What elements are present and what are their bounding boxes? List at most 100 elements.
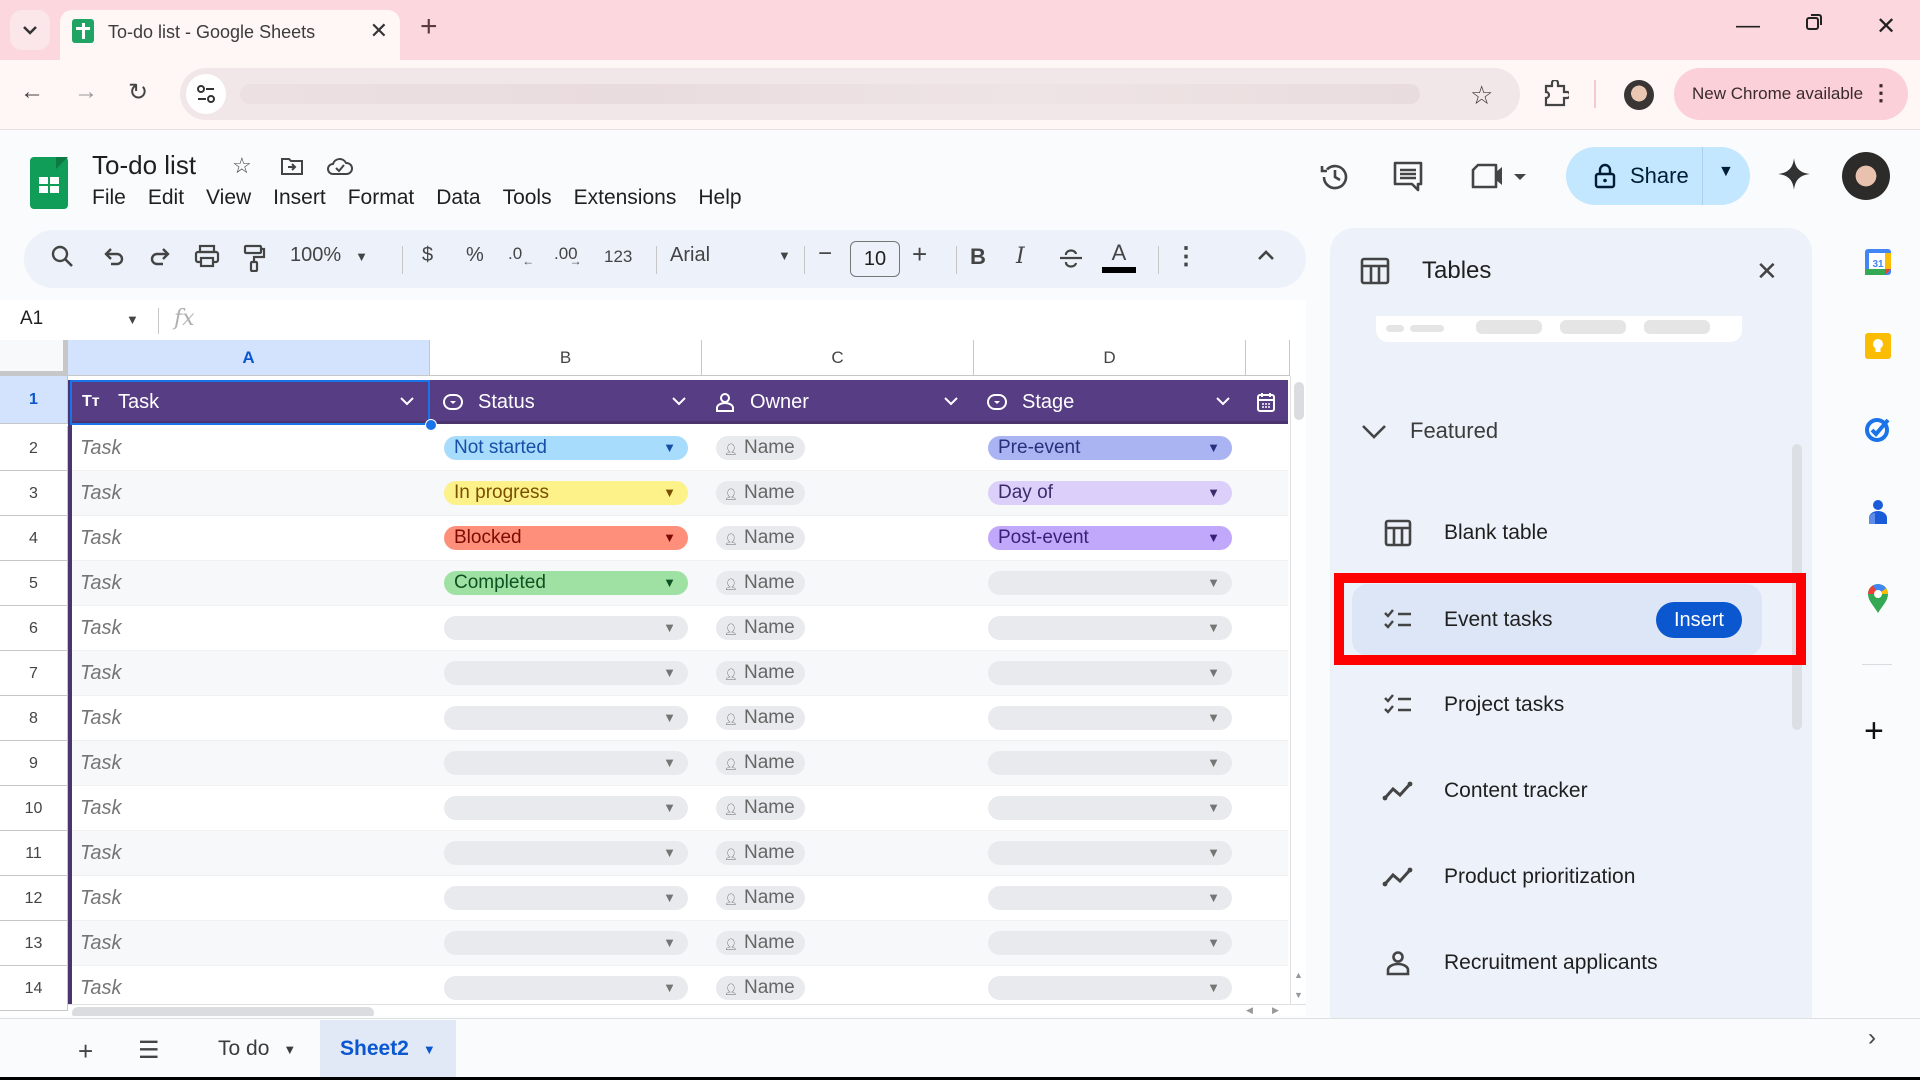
vertical-scrollbar[interactable]: ▲ ▼ [1290, 376, 1306, 1016]
row-header[interactable]: 9 [0, 741, 68, 786]
menu-help[interactable]: Help [698, 186, 741, 210]
expand-rail-chevron-icon[interactable]: › [1868, 1024, 1876, 1052]
task-cell[interactable]: Task [80, 887, 122, 910]
strikethrough-button[interactable] [1058, 246, 1084, 270]
stage-chip[interactable]: ▼ [988, 616, 1232, 640]
scroll-right-icon[interactable]: ▶ [1272, 1005, 1279, 1016]
menu-format[interactable]: Format [348, 186, 415, 210]
share-options-caret-icon[interactable]: ▼ [1718, 163, 1734, 181]
column-header-a[interactable]: A [68, 340, 430, 376]
task-cell[interactable]: Task [80, 797, 122, 820]
document-title[interactable]: To-do list [92, 150, 196, 181]
featured-section-toggle[interactable]: Featured [1360, 418, 1498, 444]
row-header[interactable]: 11 [0, 831, 68, 876]
status-chip[interactable]: ▼ [444, 841, 688, 865]
row-header[interactable]: 13 [0, 921, 68, 966]
scroll-down-icon[interactable]: ▼ [1294, 990, 1303, 1000]
menu-insert[interactable]: Insert [273, 186, 326, 210]
column-header-e[interactable] [1246, 340, 1290, 376]
task-cell[interactable]: Task [80, 437, 122, 460]
text-color-button[interactable]: A [1102, 240, 1136, 273]
minimize-window-button[interactable]: — [1736, 12, 1760, 40]
task-cell[interactable]: Task [80, 842, 122, 865]
italic-button[interactable]: I [1016, 244, 1025, 269]
menu-edit[interactable]: Edit [148, 186, 184, 210]
row-header[interactable]: 3 [0, 471, 68, 516]
row-header-1[interactable]: 1 [0, 376, 68, 424]
calendar-app-icon[interactable]: 31 [1864, 248, 1892, 276]
menu-file[interactable]: File [92, 186, 126, 210]
new-tab-button[interactable]: + [420, 12, 438, 42]
profile-avatar[interactable] [1624, 80, 1654, 110]
keep-app-icon[interactable] [1864, 332, 1892, 360]
sheet-tab-sheet2[interactable]: Sheet2 ▼ [320, 1020, 456, 1078]
stage-chip[interactable]: ▼ [988, 841, 1232, 865]
owner-chip[interactable]: 👤︎ Name [716, 481, 805, 505]
row-header[interactable]: 6 [0, 606, 68, 651]
owner-chip[interactable]: 👤︎ Name [716, 706, 805, 730]
font-select[interactable]: Arial ▼ [670, 244, 810, 267]
row-header[interactable]: 8 [0, 696, 68, 741]
stage-chip[interactable]: ▼ [988, 976, 1232, 1000]
tab-search-button[interactable] [10, 10, 50, 50]
close-window-button[interactable]: ✕ [1876, 12, 1896, 41]
row-header[interactable]: 14 [0, 966, 68, 1011]
maps-app-icon[interactable] [1864, 582, 1892, 614]
star-icon[interactable]: ☆ [232, 153, 252, 179]
redo-icon[interactable] [148, 244, 172, 268]
status-chip[interactable]: ▼ [444, 661, 688, 685]
stage-chip[interactable]: ▼ [988, 886, 1232, 910]
task-cell[interactable]: Task [80, 707, 122, 730]
browser-tab[interactable]: To-do list - Google Sheets ✕ [60, 10, 400, 60]
paint-format-icon[interactable] [242, 244, 266, 272]
tasks-app-icon[interactable] [1864, 415, 1892, 443]
account-avatar[interactable] [1842, 152, 1890, 200]
gemini-button[interactable] [1776, 156, 1812, 192]
status-chip[interactable]: ▼ [444, 976, 688, 1000]
task-cell[interactable]: Task [80, 617, 122, 640]
stage-chip[interactable]: Post-event ▼ [988, 526, 1232, 550]
select-all-corner[interactable] [0, 340, 68, 376]
owner-chip[interactable]: 👤︎ Name [716, 751, 805, 775]
decrease-font-size-button[interactable]: − [818, 240, 832, 268]
owner-chip[interactable]: 👤︎ Name [716, 886, 805, 910]
task-cell[interactable]: Task [80, 482, 122, 505]
contacts-app-icon[interactable] [1864, 498, 1892, 526]
column-header-b[interactable]: B [430, 340, 702, 376]
template-product-prioritization[interactable]: Product prioritization [1370, 847, 1770, 907]
status-chip[interactable]: ▼ [444, 796, 688, 820]
stage-chip[interactable]: ▼ [988, 796, 1232, 820]
template-project-tasks[interactable]: Project tasks [1370, 675, 1770, 735]
increase-decimal-button[interactable]: .00→ [554, 244, 582, 268]
stage-chip[interactable]: ▼ [988, 706, 1232, 730]
task-cell[interactable]: Task [80, 527, 122, 550]
font-size-input[interactable]: 10 [850, 241, 900, 277]
sheet-tab-caret-icon[interactable]: ▼ [423, 1042, 436, 1057]
menu-data[interactable]: Data [436, 186, 480, 210]
fill-handle[interactable] [425, 419, 437, 431]
status-chip[interactable]: In progress ▼ [444, 481, 688, 505]
bold-button[interactable]: B [970, 244, 986, 270]
status-chip[interactable]: ▼ [444, 706, 688, 730]
sheets-logo-icon[interactable] [30, 157, 68, 209]
formula-input[interactable] [210, 304, 1300, 336]
owner-chip[interactable]: 👤︎ Name [716, 841, 805, 865]
scroll-up-icon[interactable]: ▲ [1294, 970, 1303, 980]
format-percent-button[interactable]: % [466, 244, 484, 267]
name-box[interactable]: A1 [20, 308, 43, 330]
forward-button[interactable]: → [74, 78, 98, 106]
comments-button[interactable] [1392, 160, 1424, 192]
get-add-ons-button[interactable]: + [1864, 712, 1884, 751]
row-header[interactable]: 2 [0, 426, 68, 471]
status-chip[interactable]: Blocked ▼ [444, 526, 688, 550]
vertical-scroll-thumb[interactable] [1294, 382, 1304, 420]
column-header-c[interactable]: C [702, 340, 974, 376]
stage-chip[interactable]: ▼ [988, 661, 1232, 685]
stage-chip[interactable]: ▼ [988, 931, 1232, 955]
sheet-tab-to-do[interactable]: To do ▼ [198, 1020, 316, 1078]
task-cell[interactable]: Task [80, 932, 122, 955]
status-chip[interactable]: ▼ [444, 616, 688, 640]
status-chip[interactable]: ▼ [444, 931, 688, 955]
horizontal-scroll-thumb[interactable] [72, 1007, 374, 1016]
row-header[interactable]: 5 [0, 561, 68, 606]
